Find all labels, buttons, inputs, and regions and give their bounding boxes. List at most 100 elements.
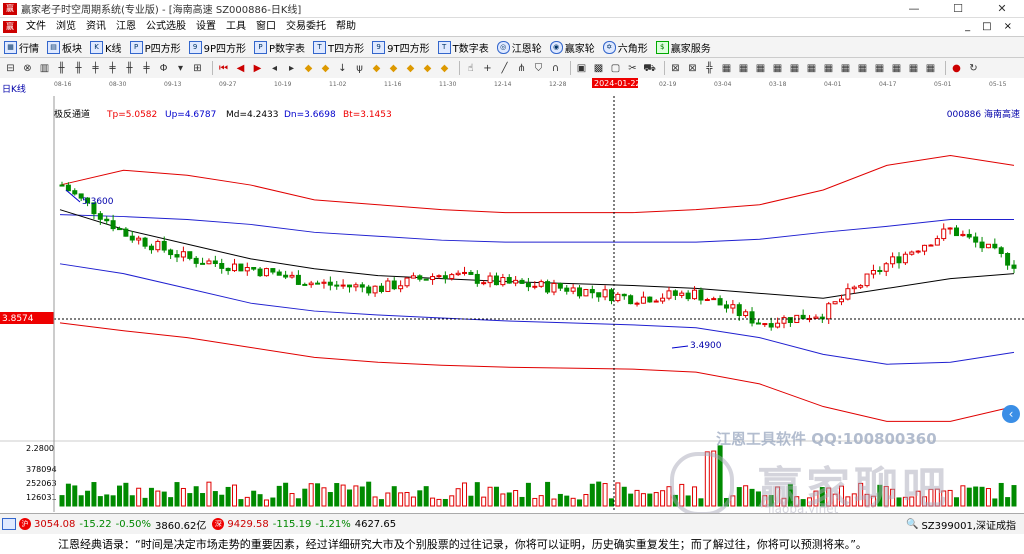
toolbar-label: K线 (105, 43, 122, 55)
toolbar-9p-square-button[interactable]: 9 9P四方形 (185, 37, 250, 57)
menu-help[interactable]: 帮助 (331, 18, 361, 36)
pattern-icon[interactable]: ⊗ (21, 62, 34, 75)
menu-browse[interactable]: 浏览 (51, 18, 81, 36)
save-icon[interactable]: ▩ (592, 62, 605, 75)
toolbar-quotes-button[interactable]: ▦ 行情 (0, 37, 43, 57)
mdi-minimize-icon[interactable]: _ (959, 18, 976, 36)
cut-icon[interactable]: ✂ (626, 62, 639, 75)
arrow-down-icon[interactable]: ↓ (336, 62, 349, 75)
gann-tool-icon[interactable]: ⊠ (686, 62, 699, 75)
dropdown-icon[interactable]: ▾ (174, 62, 187, 75)
fan-icon[interactable]: ⋔ (515, 62, 528, 75)
toolbar-gann-wheel-button[interactable]: ◎ 江恩轮 (493, 37, 546, 57)
candle-body (225, 267, 231, 272)
maximize-icon[interactable]: ☐ (936, 0, 980, 17)
forward-icon[interactable]: ▸ (285, 62, 298, 75)
diamond-icon[interactable]: ◆ (421, 62, 434, 75)
menu-window[interactable]: 窗口 (251, 18, 281, 36)
diamond-icon[interactable]: ◆ (387, 62, 400, 75)
gann-tool-icon[interactable]: ▦ (788, 62, 801, 75)
gann-tool-icon[interactable]: ▦ (754, 62, 767, 75)
volume-bar (385, 492, 391, 507)
toolbar-9t-square-button[interactable]: 9 9T四方形 (368, 37, 433, 57)
toolbar-t-table-button[interactable]: T T数字表 (434, 37, 493, 57)
candle-icon[interactable]: ╫ (123, 62, 136, 75)
phase-icon[interactable]: Φ (157, 62, 170, 75)
menu-settings[interactable]: 设置 (191, 18, 221, 36)
gann-tool-icon[interactable]: ▦ (907, 62, 920, 75)
side-expand-button[interactable]: ‹ (1002, 405, 1020, 423)
search-icon[interactable]: 🔍 (906, 519, 918, 530)
toolbar-t-square-button[interactable]: T T四方形 (309, 37, 368, 57)
volume-bar (353, 485, 359, 507)
candle-body (455, 272, 461, 276)
back-icon[interactable]: ◂ (268, 62, 281, 75)
toolbar-p-table-button[interactable]: P P数字表 (250, 37, 309, 57)
truck-icon[interactable]: ⛟ (643, 62, 656, 75)
gann-tool-icon[interactable]: ▦ (924, 62, 937, 75)
gann-tool-icon[interactable]: ▦ (839, 62, 852, 75)
screen-icon[interactable]: ▣ (575, 62, 588, 75)
menu-tools[interactable]: 工具 (221, 18, 251, 36)
gann-tool-icon[interactable]: ⊠ (669, 62, 682, 75)
candle-body (270, 268, 276, 273)
gann-tool-icon[interactable]: ▦ (856, 62, 869, 75)
toolbar-kline-button[interactable]: K K线 (86, 37, 126, 57)
diamond-icon[interactable]: ◆ (302, 62, 315, 75)
gann-tool-icon[interactable]: ▦ (822, 62, 835, 75)
prev-icon[interactable]: ◀ (234, 62, 247, 75)
first-icon[interactable]: ⏮ (217, 62, 230, 75)
candle-body (998, 247, 1004, 254)
menu-file[interactable]: 文件 (21, 18, 51, 36)
toolbar-hexagon-button[interactable]: ✡ 六角形 (599, 37, 652, 57)
gann-tool-icon[interactable]: ╬ (703, 62, 716, 75)
shield-icon[interactable]: ⛉ (532, 62, 545, 75)
toolbar-p-square-button[interactable]: P P四方形 (126, 37, 185, 57)
candle-body (430, 276, 436, 281)
gann-tool-icon[interactable]: ▦ (720, 62, 733, 75)
chart-mode-icon[interactable]: ⊞ (191, 62, 204, 75)
crosshair-icon[interactable]: + (481, 62, 494, 75)
candle-icon[interactable]: ╪ (140, 62, 153, 75)
menu-news[interactable]: 资讯 (81, 18, 111, 36)
layout-icon[interactable]: ⊟ (4, 62, 17, 75)
candle-body (538, 281, 544, 287)
volume-bar (596, 481, 602, 507)
gann-tool-icon[interactable]: ▦ (771, 62, 784, 75)
candle-icon[interactable]: ╫ (72, 62, 85, 75)
toolbar-winner-wheel-button[interactable]: ◉ 赢家轮 (546, 37, 599, 57)
fork-icon[interactable]: ψ (353, 62, 366, 75)
window-icon[interactable]: ▢ (609, 62, 622, 75)
diamond-icon[interactable]: ◆ (438, 62, 451, 75)
diamond-icon[interactable]: ◆ (319, 62, 332, 75)
gann-tool-icon[interactable]: ▦ (890, 62, 903, 75)
bar-chart-icon[interactable]: ▥ (38, 62, 51, 75)
gann-tool-icon[interactable]: ▦ (737, 62, 750, 75)
magnet-icon[interactable]: ∩ (549, 62, 562, 75)
color-wheel-icon[interactable]: ● (950, 62, 963, 75)
menu-gann[interactable]: 江恩 (111, 18, 141, 36)
gann-tool-icon[interactable]: ▦ (873, 62, 886, 75)
candle-body (762, 323, 768, 326)
candle-icon[interactable]: ╪ (106, 62, 119, 75)
diamond-icon[interactable]: ◆ (404, 62, 417, 75)
mdi-restore-icon[interactable]: □ (976, 18, 997, 36)
gann-tool-icon[interactable]: ▦ (805, 62, 818, 75)
close-icon[interactable]: ✕ (980, 0, 1024, 17)
menu-formula[interactable]: 公式选股 (141, 18, 191, 36)
refresh-icon[interactable]: ↻ (967, 62, 980, 75)
diamond-icon[interactable]: ◆ (370, 62, 383, 75)
play-icon[interactable]: ▶ (251, 62, 264, 75)
minimize-icon[interactable]: — (892, 0, 936, 17)
grid-icon[interactable] (2, 518, 16, 530)
candle-icon[interactable]: ╪ (89, 62, 102, 75)
candle-body (385, 280, 391, 292)
toolbar-sector-button[interactable]: ▤ 板块 (43, 37, 86, 57)
toolbar-service-button[interactable]: $ 赢家服务 (652, 37, 715, 57)
mdi-close-icon[interactable]: × (998, 18, 1018, 36)
menu-trade[interactable]: 交易委托 (281, 18, 331, 36)
kline-chart[interactable]: 极反通道 Tp=5.0582 Up=4.6787 Md=4.2433 Dn=3.… (0, 96, 1024, 512)
hand-icon[interactable]: ☝ (464, 62, 477, 75)
candle-icon[interactable]: ╫ (55, 62, 68, 75)
line-icon[interactable]: ╱ (498, 62, 511, 75)
